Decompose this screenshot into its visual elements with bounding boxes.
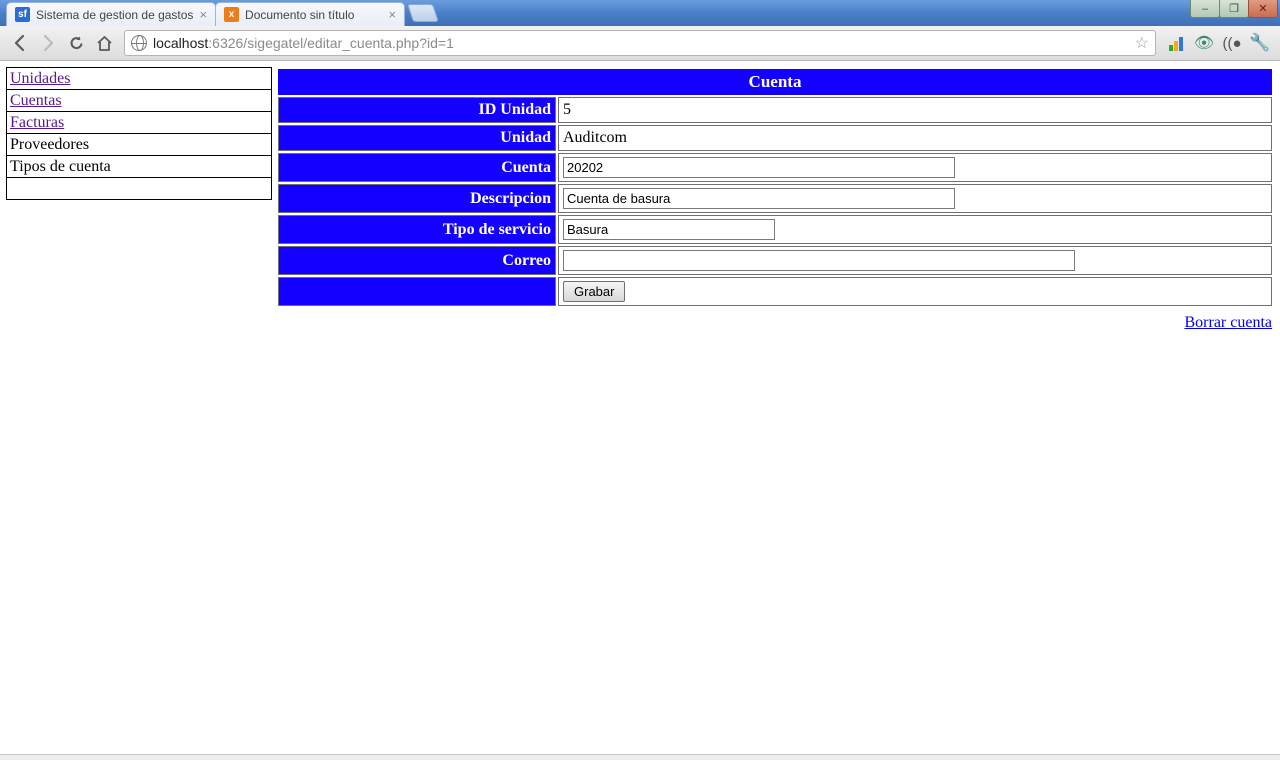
close-tab-icon[interactable]: × [199,7,207,22]
delete-link-row: Borrar cuenta [276,308,1274,332]
sidebar-link[interactable]: Facturas [10,114,64,131]
tipo-servicio-input[interactable] [563,219,775,240]
sidebar-link[interactable]: Unidades [10,70,70,87]
address-bar[interactable]: localhost:6326/sigegatel/editar_cuenta.p… [124,30,1156,56]
new-tab-button[interactable] [407,4,439,22]
label-submit-empty [278,277,556,306]
browser-toolbar: localhost:6326/sigegatel/editar_cuenta.p… [0,26,1280,61]
favicon-icon: x [224,7,239,22]
tab-title: Sistema de gestion de gastos [36,8,193,22]
window-buttons: – ❐ ✕ [1191,0,1278,18]
label-descripcion: Descripcion [278,184,556,213]
tab-strip: sf Sistema de gestion de gastos × x Docu… [6,2,436,26]
url-host: localhost [153,35,208,51]
extension-icons: 👁 ((● 🔧 [1162,33,1274,53]
extension-sound-icon[interactable]: ((● [1222,33,1242,53]
tab-documento[interactable]: x Documento sin título × [215,2,405,26]
url-path: :6326/sigegatel/editar_cuenta.php?id=1 [208,35,454,51]
browser-titlebar: sf Sistema de gestion de gastos × x Docu… [0,0,1280,26]
sidebar-item-unidades[interactable]: Unidades [7,68,272,90]
form-table: Cuenta ID Unidad 5 Unidad Auditcom Cuent… [276,67,1274,308]
maximize-button[interactable]: ❐ [1219,0,1249,18]
status-bar [0,754,1280,760]
sidebar-label: Tipos de cuenta [10,158,111,175]
back-button[interactable] [8,31,32,55]
label-correo: Correo [278,246,556,275]
url-text: localhost:6326/sigegatel/editar_cuenta.p… [153,35,454,51]
home-button[interactable] [92,31,116,55]
reload-button[interactable] [64,31,88,55]
cuenta-input[interactable] [563,157,955,178]
forward-button[interactable] [36,31,60,55]
globe-icon [131,35,147,51]
bookmark-star-icon[interactable]: ☆ [1135,33,1149,53]
sidebar-item-facturas[interactable]: Facturas [7,112,272,134]
page-body: Unidades Cuentas Facturas Proveedores Ti… [0,61,1280,332]
settings-wrench-icon[interactable]: 🔧 [1250,33,1270,53]
correo-input[interactable] [563,250,1075,271]
main-content: Cuenta ID Unidad 5 Unidad Auditcom Cuent… [276,67,1274,332]
favicon-icon: sf [15,7,30,22]
sidebar-item-tipos-cuenta[interactable]: Tipos de cuenta [7,156,272,178]
form-title: Cuenta [278,69,1272,95]
descripcion-input[interactable] [563,188,955,209]
extension-eye-icon[interactable]: 👁 [1194,33,1214,53]
value-id-unidad: 5 [558,97,1272,123]
tab-sistema-gestion[interactable]: sf Sistema de gestion de gastos × [6,2,216,26]
label-tipo-servicio: Tipo de servicio [278,215,556,244]
sidebar-item-empty [7,178,272,200]
sidebar-link[interactable]: Cuentas [10,92,62,109]
tab-title: Documento sin título [245,8,382,22]
value-unidad: Auditcom [558,125,1272,151]
label-id-unidad: ID Unidad [278,97,556,123]
borrar-cuenta-link[interactable]: Borrar cuenta [1184,314,1272,331]
close-tab-icon[interactable]: × [388,7,396,22]
label-unidad: Unidad [278,125,556,151]
extension-bars-icon[interactable] [1166,33,1186,53]
grabar-button[interactable]: Grabar [563,281,625,302]
sidebar-item-proveedores[interactable]: Proveedores [7,134,272,156]
close-window-button[interactable]: ✕ [1248,0,1278,18]
minimize-button[interactable]: – [1190,0,1220,18]
sidebar-item-cuentas[interactable]: Cuentas [7,90,272,112]
label-cuenta: Cuenta [278,153,556,182]
sidebar-label: Proveedores [10,136,89,153]
sidebar-menu: Unidades Cuentas Facturas Proveedores Ti… [6,67,272,200]
